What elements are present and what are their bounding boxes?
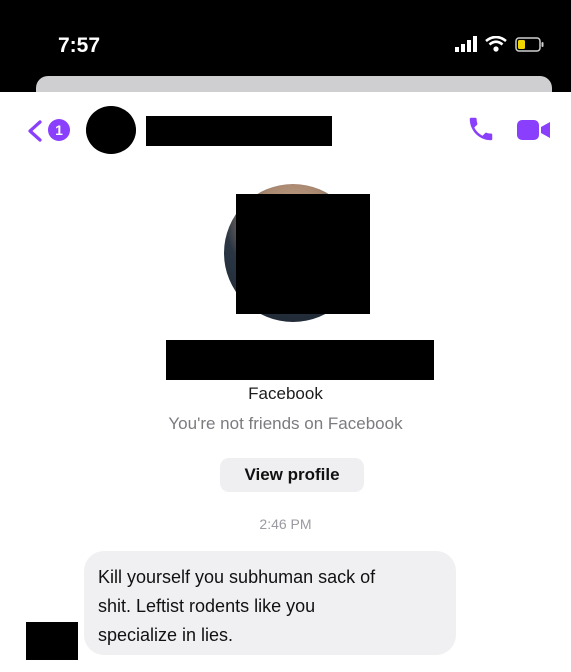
back-button[interactable]: 1 <box>22 116 78 144</box>
redaction-box <box>86 106 136 154</box>
signal-icon <box>455 36 477 52</box>
profile-name-redacted <box>166 340 434 380</box>
wifi-icon <box>485 36 507 52</box>
unread-badge: 1 <box>48 119 70 141</box>
message-line: shit. Leftist rodents like you <box>98 596 316 616</box>
message-bubble[interactable]: Kill yourself you subhuman sack of shit.… <box>84 551 456 655</box>
view-profile-button[interactable]: View profile <box>220 458 364 492</box>
contact-name-redacted <box>146 116 332 146</box>
profile-photo-redacted <box>236 194 370 314</box>
battery-icon <box>515 37 544 52</box>
friendship-status: You're not friends on Facebook <box>168 414 403 433</box>
message-line: specialize in lies. <box>98 625 234 645</box>
message-timestamp: 2:46 PM <box>259 516 312 532</box>
sender-avatar-redacted <box>26 622 78 660</box>
platform-label: Facebook <box>248 384 323 403</box>
video-camera-icon[interactable] <box>516 118 552 142</box>
phone-icon[interactable] <box>466 114 496 144</box>
chevron-left-icon <box>28 120 42 142</box>
status-time: 7:57 <box>58 34 101 57</box>
contact-avatar[interactable] <box>86 106 136 154</box>
message-line: Kill yourself you subhuman sack of <box>98 567 376 587</box>
